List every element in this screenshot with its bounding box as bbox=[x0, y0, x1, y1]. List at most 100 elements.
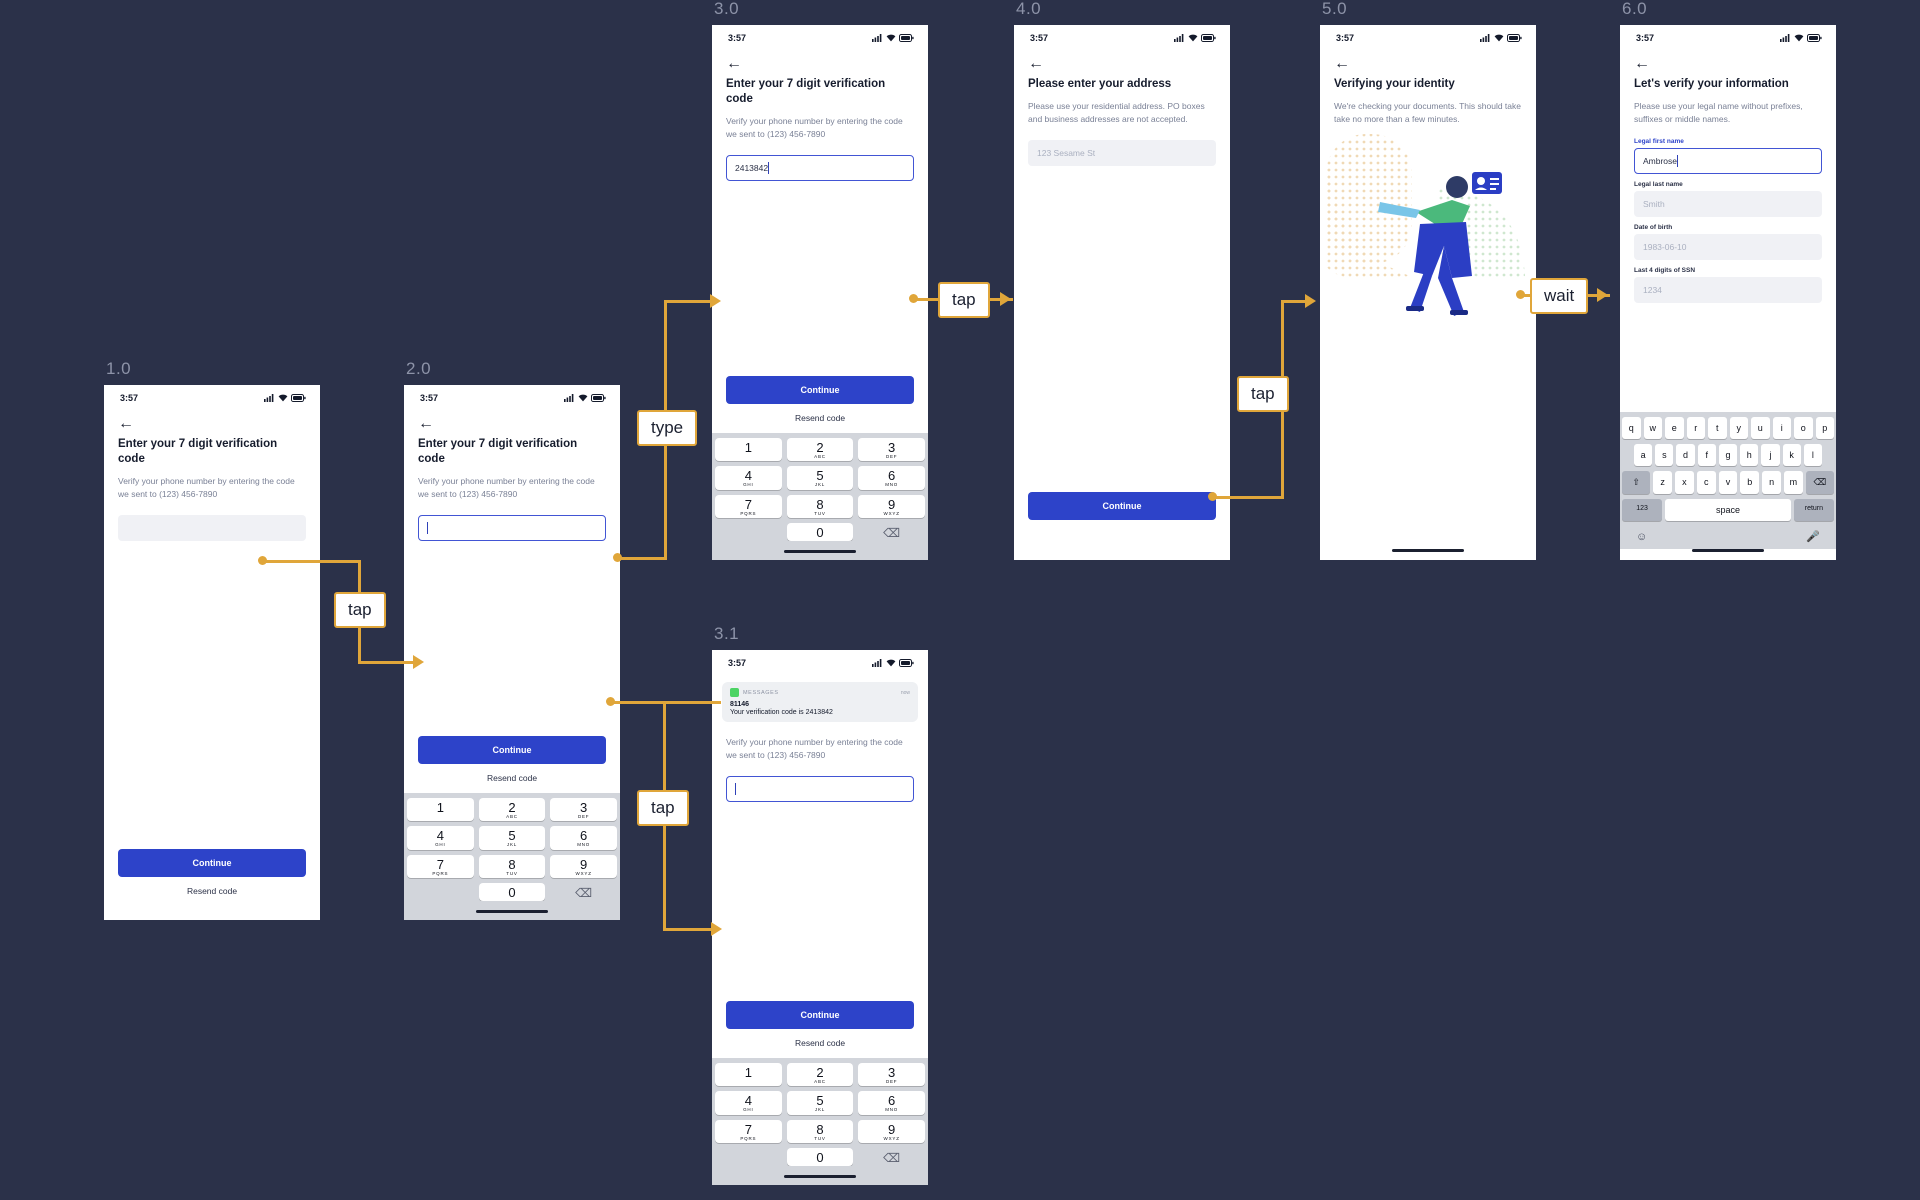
key-m[interactable]: m bbox=[1783, 471, 1803, 494]
space-key[interactable]: space bbox=[1665, 499, 1791, 521]
numeric-mode-key[interactable]: 123 bbox=[1622, 499, 1663, 521]
key-o[interactable]: o bbox=[1794, 417, 1813, 439]
verification-code-input[interactable] bbox=[118, 515, 306, 542]
legal-first-name-input[interactable]: Ambrose bbox=[1634, 148, 1822, 175]
keypad-key-3[interactable]: 3 DEF bbox=[858, 1062, 925, 1086]
back-arrow-icon[interactable]: ← bbox=[726, 56, 742, 72]
key-h[interactable]: h bbox=[1740, 444, 1759, 466]
key-f[interactable]: f bbox=[1697, 444, 1716, 466]
keypad-key-8[interactable]: 8 TUV bbox=[786, 1119, 854, 1143]
key-y[interactable]: y bbox=[1729, 417, 1748, 439]
verification-code-input[interactable] bbox=[726, 776, 914, 803]
key-e[interactable]: e bbox=[1665, 417, 1684, 439]
continue-button[interactable]: Continue bbox=[726, 1000, 914, 1029]
keypad-key-5[interactable]: 5 JKL bbox=[478, 826, 546, 850]
key-c[interactable]: c bbox=[1696, 471, 1716, 494]
backspace-icon[interactable]: ⌫ bbox=[858, 523, 925, 541]
keypad-key-5[interactable]: 5 JKL bbox=[786, 1091, 854, 1115]
status-icons bbox=[872, 659, 914, 667]
key-b[interactable]: b bbox=[1740, 471, 1760, 494]
resend-code-link[interactable]: Resend code bbox=[104, 886, 320, 896]
keypad-key-0[interactable]: 0 bbox=[786, 523, 854, 541]
key-s[interactable]: s bbox=[1655, 444, 1674, 466]
keypad-key-1[interactable]: 1 bbox=[715, 1062, 782, 1086]
key-q[interactable]: q bbox=[1622, 417, 1641, 439]
keypad-key-3[interactable]: 3 DEF bbox=[858, 437, 925, 461]
legal-last-name-input[interactable]: Smith bbox=[1634, 191, 1822, 218]
keypad-key-0[interactable]: 0 bbox=[478, 883, 546, 901]
keypad-key-7[interactable]: 7 PQRS bbox=[407, 854, 474, 878]
continue-button[interactable]: Continue bbox=[418, 735, 606, 764]
field-value: Ambrose bbox=[1643, 156, 1678, 167]
key-w[interactable]: w bbox=[1643, 417, 1662, 439]
verification-code-input[interactable]: 2413842 bbox=[726, 155, 914, 182]
key-t[interactable]: t bbox=[1708, 417, 1727, 439]
key-k[interactable]: k bbox=[1782, 444, 1801, 466]
back-arrow-icon[interactable]: ← bbox=[1634, 56, 1650, 72]
key-d[interactable]: d bbox=[1676, 444, 1695, 466]
keypad-key-6[interactable]: 6 MNO bbox=[858, 466, 925, 490]
verification-code-input[interactable] bbox=[418, 515, 606, 542]
address-input[interactable]: 123 Sesame St bbox=[1028, 140, 1216, 167]
key-u[interactable]: u bbox=[1751, 417, 1770, 439]
key-j[interactable]: j bbox=[1761, 444, 1780, 466]
connector-segment bbox=[663, 928, 713, 931]
keypad-key-7[interactable]: 7 PQRS bbox=[715, 1119, 782, 1143]
keypad-key-5[interactable]: 5 JKL bbox=[786, 466, 854, 490]
shift-icon[interactable]: ⇧ bbox=[1622, 471, 1651, 494]
keypad-key-2[interactable]: 2 ABC bbox=[478, 797, 546, 821]
keypad-key-4[interactable]: 4 GHI bbox=[407, 826, 474, 850]
connector-arrow bbox=[1597, 288, 1608, 302]
ssn-last-four-input[interactable]: 1234 bbox=[1634, 277, 1822, 304]
back-arrow-icon[interactable]: ← bbox=[418, 416, 434, 432]
backspace-icon[interactable]: ⌫ bbox=[858, 1148, 925, 1166]
back-arrow-icon[interactable]: ← bbox=[1334, 56, 1350, 72]
keypad-key-2[interactable]: 2 ABC bbox=[786, 437, 854, 461]
keypad-key-6[interactable]: 6 MNO bbox=[858, 1091, 925, 1115]
keypad-key-2[interactable]: 2 ABC bbox=[786, 1062, 854, 1086]
resend-code-link[interactable]: Resend code bbox=[404, 773, 620, 783]
key-l[interactable]: l bbox=[1803, 444, 1822, 466]
keypad-key-4[interactable]: 4 GHI bbox=[715, 466, 782, 490]
keypad-key-9[interactable]: 9 WXYZ bbox=[858, 1119, 925, 1143]
key-x[interactable]: x bbox=[1675, 471, 1694, 494]
key-z[interactable]: z bbox=[1653, 471, 1672, 494]
back-arrow-icon[interactable]: ← bbox=[1028, 56, 1044, 72]
keypad-key-7[interactable]: 7 PQRS bbox=[715, 494, 782, 518]
key-v[interactable]: v bbox=[1718, 471, 1738, 494]
keypad-key-9[interactable]: 9 WXYZ bbox=[858, 494, 925, 518]
keypad-key-3[interactable]: 3 DEF bbox=[550, 797, 617, 821]
resend-code-link[interactable]: Resend code bbox=[712, 1038, 928, 1048]
page-subtitle: Verify your phone number by entering the… bbox=[418, 475, 595, 500]
keypad-key-8[interactable]: 8 TUV bbox=[786, 494, 854, 518]
backspace-icon[interactable]: ⌫ bbox=[550, 883, 617, 901]
date-of-birth-input[interactable]: 1983-06-10 bbox=[1634, 234, 1822, 261]
continue-button[interactable]: Continue bbox=[1028, 492, 1216, 520]
keypad-key-6[interactable]: 6 MNO bbox=[550, 826, 617, 850]
key-g[interactable]: g bbox=[1718, 444, 1738, 466]
backspace-icon[interactable]: ⌫ bbox=[1805, 471, 1834, 494]
phone-frame: 3:57 ← Please enter your address Please … bbox=[1014, 25, 1230, 560]
keypad-key-0[interactable]: 0 bbox=[786, 1148, 854, 1166]
keypad-key-4[interactable]: 4 GHI bbox=[715, 1091, 782, 1115]
emoji-icon[interactable]: ☺ bbox=[1636, 531, 1647, 543]
key-n[interactable]: n bbox=[1762, 471, 1781, 494]
key-p[interactable]: p bbox=[1815, 417, 1834, 439]
form-field-ssn: Last 4 digits of SSN 1234 bbox=[1634, 267, 1822, 304]
key-r[interactable]: r bbox=[1686, 417, 1705, 439]
return-key[interactable]: return bbox=[1793, 499, 1834, 521]
sms-notification[interactable]: MESSAGES now 81146 Your verification cod… bbox=[722, 682, 918, 722]
keypad-key-9[interactable]: 9 WXYZ bbox=[550, 854, 617, 878]
key-a[interactable]: a bbox=[1634, 444, 1653, 466]
keypad-key-1[interactable]: 1 bbox=[407, 797, 474, 821]
continue-button[interactable]: Continue bbox=[726, 375, 914, 404]
continue-button[interactable]: Continue bbox=[118, 849, 306, 877]
keypad-key-1[interactable]: 1 bbox=[715, 437, 782, 461]
key-i[interactable]: i bbox=[1772, 417, 1791, 439]
microphone-icon[interactable]: 🎤 bbox=[1806, 530, 1820, 543]
signal-icon bbox=[564, 394, 574, 402]
screen-3-1: 3.1 3:57 MESSAGES now 81146 Your verific… bbox=[712, 624, 928, 1185]
keypad-key-8[interactable]: 8 TUV bbox=[478, 854, 546, 878]
back-arrow-icon[interactable]: ← bbox=[118, 416, 134, 432]
resend-code-link[interactable]: Resend code bbox=[712, 413, 928, 423]
